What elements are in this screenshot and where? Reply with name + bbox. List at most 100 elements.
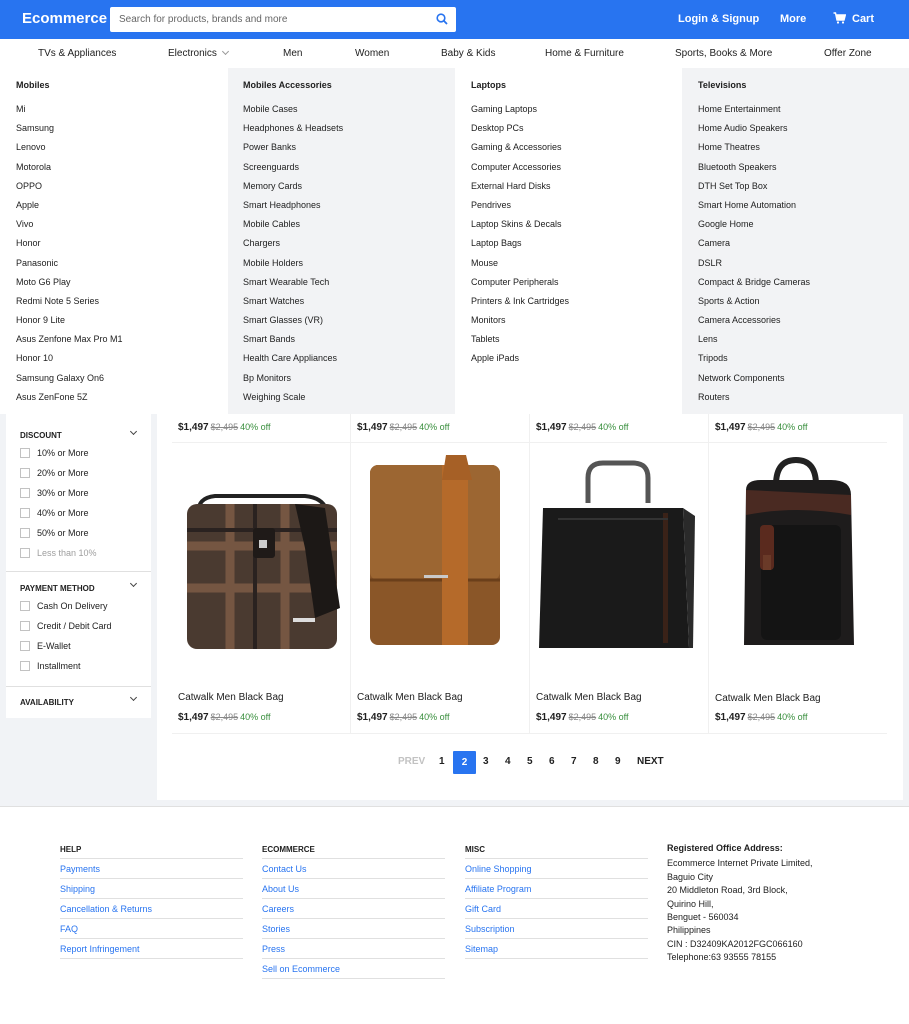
mega-menu-item[interactable]: Printers & Ink Cartridges — [471, 296, 682, 316]
mega-menu-item[interactable]: Samsung Galaxy On6 — [16, 373, 228, 393]
mega-menu-item[interactable]: Bluetooth Speakers — [698, 162, 909, 182]
mega-menu-item[interactable]: Smart Home Automation — [698, 200, 909, 220]
mega-menu-item[interactable]: Google Home — [698, 220, 909, 239]
page-link[interactable]: 9 — [615, 756, 621, 767]
mega-menu-item[interactable]: Motorola — [16, 162, 228, 182]
mega-menu-item[interactable]: Desktop PCs — [471, 124, 682, 143]
footer-link[interactable]: Stories — [262, 919, 445, 939]
mega-menu-item[interactable]: Network Components — [698, 373, 909, 393]
footer-link[interactable]: Press — [262, 939, 445, 959]
mega-menu-item[interactable]: Apple iPads — [471, 354, 682, 373]
checkbox[interactable] — [20, 621, 30, 631]
product-image[interactable] — [716, 455, 886, 655]
mega-menu-item[interactable]: Gaming & Accessories — [471, 143, 682, 162]
pagination-next[interactable]: NEXT — [637, 756, 664, 767]
footer-link[interactable]: Payments — [60, 859, 243, 879]
logo[interactable]: Ecommerce — [22, 10, 107, 27]
mega-menu-item[interactable]: Sports & Action — [698, 296, 909, 316]
checkbox[interactable] — [20, 508, 30, 518]
mega-menu-item[interactable]: Home Theatres — [698, 143, 909, 162]
mega-menu-item[interactable]: Compact & Bridge Cameras — [698, 277, 909, 297]
mega-menu-item[interactable]: Samsung — [16, 124, 228, 143]
mega-menu-item[interactable]: Smart Watches — [243, 296, 455, 316]
cart-icon[interactable] — [833, 12, 846, 24]
product-image[interactable] — [354, 455, 524, 655]
mega-menu-item[interactable]: Vivo — [16, 220, 228, 239]
mega-menu-item[interactable]: Honor 10 — [16, 354, 228, 373]
mega-menu-item[interactable]: Smart Wearable Tech — [243, 277, 455, 297]
mega-menu-item[interactable]: Power Banks — [243, 143, 455, 162]
chevron-down-icon[interactable] — [129, 427, 138, 436]
nav-women[interactable]: Women — [355, 48, 389, 59]
mega-menu-item[interactable]: Apple — [16, 200, 228, 220]
cart-link[interactable]: Cart — [852, 13, 874, 25]
mega-menu-item[interactable]: Honor 9 Lite — [16, 316, 228, 335]
chevron-down-icon[interactable] — [129, 579, 138, 588]
mega-menu-item[interactable]: Lenovo — [16, 143, 228, 162]
mega-menu-item[interactable]: Chargers — [243, 239, 455, 258]
mega-menu-item[interactable]: Laptop Skins & Decals — [471, 220, 682, 239]
more-menu[interactable]: More — [780, 13, 806, 25]
footer-link[interactable]: Cancellation & Returns — [60, 899, 243, 919]
mega-menu-item[interactable]: Home Audio Speakers — [698, 124, 909, 143]
checkbox[interactable] — [20, 488, 30, 498]
mega-menu-item[interactable]: Honor — [16, 239, 228, 258]
mega-menu-item[interactable]: Redmi Note 5 Series — [16, 296, 228, 316]
footer-link[interactable]: Shipping — [60, 879, 243, 899]
product-name[interactable]: Catwalk Men Black Bag — [178, 692, 284, 703]
nav-sports-books[interactable]: Sports, Books & More — [675, 48, 772, 59]
mega-menu-item[interactable]: Routers — [698, 392, 909, 412]
mega-menu-item[interactable]: Mouse — [471, 258, 682, 278]
mega-menu-item[interactable]: Bp Monitors — [243, 373, 455, 393]
mega-menu-item[interactable]: Mobile Cables — [243, 220, 455, 239]
nav-home-furniture[interactable]: Home & Furniture — [545, 48, 624, 59]
footer-link[interactable]: Contact Us — [262, 859, 445, 879]
mega-menu-item[interactable]: Camera — [698, 239, 909, 258]
nav-baby-kids[interactable]: Baby & Kids — [441, 48, 495, 59]
footer-link[interactable]: Online Shopping — [465, 859, 648, 879]
discount-filter-title[interactable]: DISCOUNT — [20, 431, 62, 440]
mega-heading[interactable]: Laptops — [471, 80, 682, 105]
mega-menu-item[interactable]: OPPO — [16, 181, 228, 201]
search-icon[interactable] — [436, 13, 448, 25]
mega-menu-item[interactable]: Lens — [698, 335, 909, 354]
mega-menu-item[interactable]: External Hard Disks — [471, 181, 682, 201]
product-image[interactable] — [175, 458, 345, 658]
product-name[interactable]: Catwalk Men Black Bag — [715, 693, 821, 704]
mega-menu-item[interactable]: Health Care Appliances — [243, 354, 455, 373]
footer-link[interactable]: Gift Card — [465, 899, 648, 919]
mega-menu-item[interactable]: Asus ZenFone 5Z — [16, 392, 228, 412]
mega-menu-item[interactable]: Panasonic — [16, 258, 228, 278]
login-signup-link[interactable]: Login & Signup — [678, 13, 759, 25]
product-name[interactable]: Catwalk Men Black Bag — [357, 692, 463, 703]
nav-offer-zone[interactable]: Offer Zone — [824, 48, 872, 59]
mega-heading[interactable]: Mobiles — [16, 80, 228, 105]
page-link[interactable]: 4 — [505, 756, 511, 767]
pagination-prev[interactable]: PREV — [398, 756, 425, 767]
checkbox[interactable] — [20, 448, 30, 458]
mega-menu-item[interactable]: Screenguards — [243, 162, 455, 182]
footer-link[interactable]: Sell on Ecommerce — [262, 959, 445, 979]
mega-heading[interactable]: Mobiles Accessories — [243, 80, 455, 105]
nav-electronics[interactable]: Electronics — [168, 47, 229, 59]
search-input[interactable] — [110, 7, 410, 32]
chevron-down-icon[interactable] — [129, 693, 138, 702]
mega-menu-item[interactable]: DTH Set Top Box — [698, 181, 909, 201]
mega-menu-item[interactable]: Smart Glasses (VR) — [243, 316, 455, 335]
mega-menu-item[interactable]: Mobile Holders — [243, 258, 455, 278]
product-name[interactable]: Catwalk Men Black Bag — [536, 692, 642, 703]
mega-menu-item[interactable]: Smart Bands — [243, 335, 455, 354]
mega-menu-item[interactable]: Mobile Cases — [243, 104, 455, 124]
footer-link[interactable]: Affiliate Program — [465, 879, 648, 899]
checkbox[interactable] — [20, 641, 30, 651]
mega-menu-item[interactable]: Smart Headphones — [243, 200, 455, 220]
nav-men[interactable]: Men — [283, 48, 302, 59]
mega-menu-item[interactable]: Tripods — [698, 354, 909, 373]
mega-menu-item[interactable]: Home Entertainment — [698, 104, 909, 124]
page-link-current[interactable]: 2 — [453, 751, 476, 774]
mega-menu-item[interactable]: Moto G6 Play — [16, 277, 228, 297]
checkbox[interactable] — [20, 528, 30, 538]
mega-menu-item[interactable]: Headphones & Headsets — [243, 124, 455, 143]
payment-filter-title[interactable]: PAYMENT METHOD — [20, 584, 95, 593]
mega-menu-item[interactable]: Computer Accessories — [471, 162, 682, 182]
